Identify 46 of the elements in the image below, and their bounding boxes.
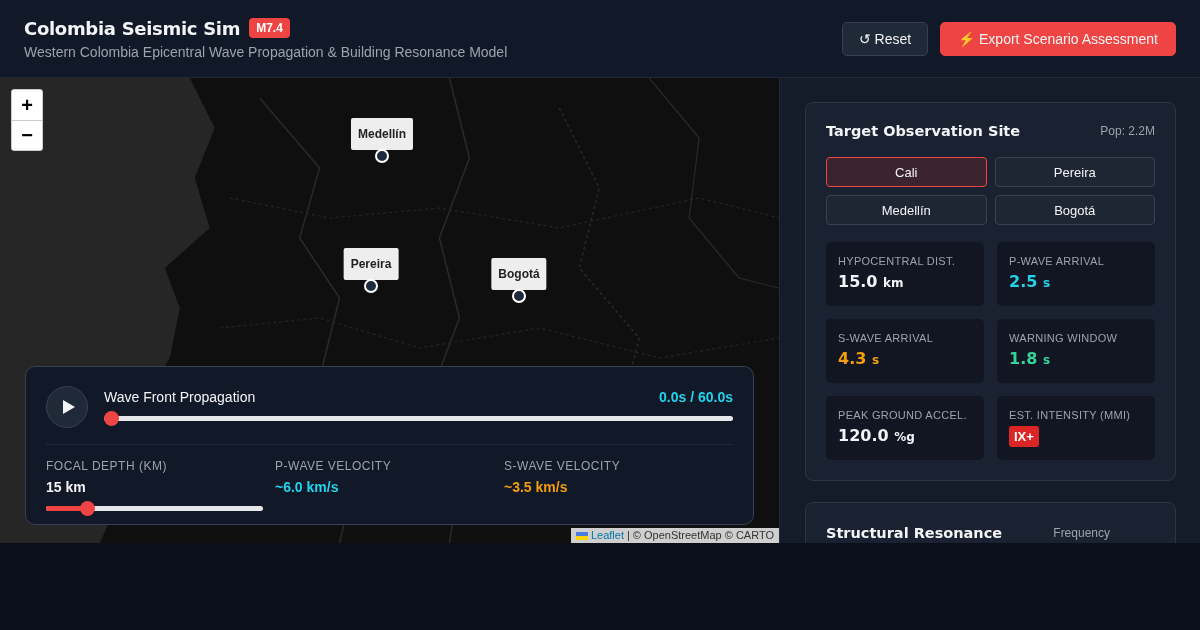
site-option[interactable]: Medellín xyxy=(826,195,987,225)
metric-value: 2.5 s xyxy=(1009,272,1052,291)
site-option[interactable]: Pereira xyxy=(994,157,1155,187)
metric-value: 15.0 km xyxy=(838,272,905,291)
parameter-value: ~3.5 km/s xyxy=(504,479,569,495)
metric-label: HYPOCENTRAL DIST. xyxy=(838,255,957,267)
depth-slider-fill xyxy=(46,506,83,511)
metric-label: EST. INTENSITY (MMI) xyxy=(1009,409,1132,421)
time-slider-thumb[interactable] xyxy=(104,410,119,426)
metric-value: 1.8 s xyxy=(1009,349,1052,368)
magnitude-badge: M7.4 xyxy=(249,18,290,38)
playback-title: Wave Front Propagation xyxy=(104,388,256,405)
intensity-badge: IX+ xyxy=(1009,426,1039,447)
play-button[interactable] xyxy=(46,386,88,428)
marker-label: Medellín xyxy=(351,118,413,150)
metric-label: WARNING WINDOW xyxy=(1009,332,1119,344)
metric-value: 120.0 %g xyxy=(838,426,916,445)
metric-label: PEAK GROUND ACCEL. xyxy=(838,409,968,421)
playback-time: 0.0s / 60.0s xyxy=(659,388,733,405)
metric-value: 4.3 s xyxy=(838,349,881,368)
card-title: Structural Resonance xyxy=(826,525,1003,541)
parameter-label: FOCAL DEPTH (KM) xyxy=(46,459,168,473)
parameter-value: 15 km xyxy=(46,479,87,495)
card-title: Target Observation Site xyxy=(826,123,1021,139)
marker-label: Bogotá xyxy=(491,258,547,290)
metric-label: P-WAVE ARRIVAL xyxy=(1009,255,1106,267)
flag-icon xyxy=(575,531,588,540)
reset-button[interactable]: ↺ Reset xyxy=(841,21,929,56)
play-icon xyxy=(61,399,76,415)
depth-slider[interactable] xyxy=(46,501,263,516)
zoom-out-button[interactable]: − xyxy=(12,120,42,150)
app-title: Colombia Seismic Sim xyxy=(24,17,241,39)
time-slider[interactable] xyxy=(104,410,733,426)
parameter-label: S-WAVE VELOCITY xyxy=(504,459,622,473)
export-button[interactable]: ⚡ Export Scenario Assessment xyxy=(940,21,1176,56)
site-option[interactable]: Bogotá xyxy=(994,195,1155,225)
app-subtitle: Western Colombia Epicentral Wave Propagation & Building Resonance Model xyxy=(24,43,508,60)
depth-slider-thumb[interactable] xyxy=(80,501,96,516)
marker-label: Pereira xyxy=(343,248,399,280)
population-label: Pop: 2.2M xyxy=(1100,124,1155,138)
site-option[interactable]: Cali xyxy=(826,157,987,187)
parameter-label: P-WAVE VELOCITY xyxy=(275,459,393,473)
attribution-text: | © OpenStreetMap © CARTO xyxy=(626,528,774,543)
parameter-value: ~6.0 km/s xyxy=(275,479,340,495)
metric-label: S-WAVE ARRIVAL xyxy=(838,332,935,344)
column-label: Frequency xyxy=(1053,526,1110,540)
